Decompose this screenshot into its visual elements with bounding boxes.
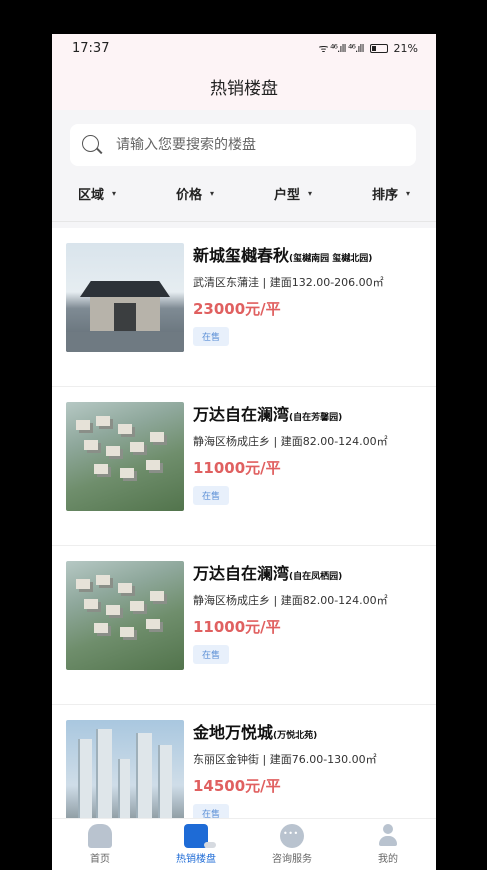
- chat-icon: [280, 824, 304, 848]
- nav-home[interactable]: 首页: [60, 824, 140, 865]
- battery-level: 21%: [393, 41, 418, 55]
- filter-label: 区域: [78, 188, 105, 203]
- nav-label: 首页: [90, 854, 110, 865]
- filter-label: 户型: [273, 188, 300, 203]
- listing-name: 万达自在澜湾: [193, 564, 290, 583]
- app-screen: 17:37 ᯤ ⁴⁶.ıll ⁴⁶.ıll 21% 热销楼盘 区域 ▾ 价格 ▾…: [52, 34, 436, 870]
- listing-card[interactable]: 万达自在澜湾(自在芳馨园) 静海区杨成庄乡 | 建面82.00-124.00㎡ …: [52, 387, 436, 546]
- home-icon: [88, 824, 112, 848]
- chevron-down-icon: ▾: [405, 189, 410, 198]
- listing-title: 万达自在澜湾(自在芳馨园): [193, 401, 430, 425]
- listing-location: 武清区东蒲洼 | 建面132.00-206.00㎡: [193, 276, 384, 289]
- status-badge: 在售: [193, 645, 230, 664]
- listing-card[interactable]: 新城玺樾春秋(玺樾南园 玺樾北园) 武清区东蒲洼 | 建面132.00-206.…: [52, 228, 436, 387]
- page-header: 热销楼盘: [52, 62, 436, 110]
- filter-sort[interactable]: 排序 ▾: [372, 184, 410, 203]
- status-indicators: ᯤ ⁴⁶.ıll ⁴⁶.ıll 21%: [319, 41, 418, 56]
- filter-region[interactable]: 区域 ▾: [78, 184, 116, 203]
- chevron-down-icon: ▾: [112, 189, 117, 198]
- listing-price: 11000元/平: [193, 618, 281, 636]
- filter-bar: 区域 ▾ 价格 ▾ 户型 ▾ 排序 ▾: [52, 166, 436, 222]
- listing-title: 金地万悦城(万悦北苑): [193, 719, 430, 743]
- listing-price: 11000元/平: [193, 459, 281, 477]
- status-time: 17:37: [72, 40, 110, 56]
- listing-price: 23000元/平: [193, 300, 281, 318]
- search-section: [52, 110, 436, 166]
- nav-label: 热销楼盘: [176, 854, 216, 865]
- nav-profile[interactable]: 我的: [348, 824, 428, 865]
- nav-consult[interactable]: 咨询服务: [252, 824, 332, 865]
- nav-label: 咨询服务: [272, 854, 312, 865]
- filter-label: 价格: [175, 188, 202, 203]
- listing-name: 万达自在澜湾: [193, 405, 290, 424]
- status-badge: 在售: [193, 486, 230, 505]
- listing-photo: [66, 720, 184, 829]
- listing-location: 静海区杨成庄乡 | 建面82.00-124.00㎡: [193, 594, 388, 607]
- listing-title: 新城玺樾春秋(玺樾南园 玺樾北园): [193, 242, 430, 266]
- search-input[interactable]: [116, 137, 356, 153]
- nav-hot-listings[interactable]: 热销楼盘: [156, 824, 236, 865]
- chevron-down-icon: ▾: [210, 189, 215, 198]
- listing-name: 金地万悦城: [193, 723, 274, 742]
- listing-name: 新城玺樾春秋: [193, 246, 290, 265]
- page-title: 热销楼盘: [210, 78, 278, 99]
- filter-price[interactable]: 价格 ▾: [176, 184, 214, 203]
- listing-photo: [66, 561, 184, 670]
- chevron-down-icon: ▾: [307, 189, 312, 198]
- filter-layout[interactable]: 户型 ▾: [274, 184, 312, 203]
- nav-label: 我的: [378, 854, 398, 865]
- listing-photo: [66, 243, 184, 352]
- building-icon: [184, 824, 216, 848]
- filter-label: 排序: [371, 188, 398, 203]
- listing-subname: (自在凤栖园): [289, 572, 343, 582]
- listing-subname: (玺樾南园 玺樾北园): [289, 254, 373, 264]
- listing-location: 静海区杨成庄乡 | 建面82.00-124.00㎡: [193, 435, 388, 448]
- status-badge: 在售: [193, 327, 230, 346]
- search-icon: [82, 135, 103, 155]
- search-bar[interactable]: [70, 124, 416, 166]
- listing-location: 东丽区金钟街 | 建面76.00-130.00㎡: [193, 753, 377, 766]
- battery-icon: [369, 43, 388, 53]
- listing-subname: (万悦北苑): [273, 731, 318, 741]
- listing-subname: (自在芳馨园): [289, 413, 343, 423]
- listing-card[interactable]: 万达自在澜湾(自在凤栖园) 静海区杨成庄乡 | 建面82.00-124.00㎡ …: [52, 546, 436, 705]
- listing-title: 万达自在澜湾(自在凤栖园): [193, 560, 430, 584]
- listing-price: 14500元/平: [193, 777, 281, 795]
- user-icon: [376, 824, 400, 848]
- listing-list: 新城玺樾春秋(玺樾南园 玺樾北园) 武清区东蒲洼 | 建面132.00-206.…: [52, 222, 436, 864]
- signal-icon: ᯤ ⁴⁶.ıll ⁴⁶.ıll: [318, 41, 365, 55]
- bottom-nav: 首页 热销楼盘 咨询服务 我的: [52, 818, 436, 870]
- status-bar: 17:37 ᯤ ⁴⁶.ıll ⁴⁶.ıll 21%: [52, 34, 436, 62]
- listing-photo: [66, 402, 184, 511]
